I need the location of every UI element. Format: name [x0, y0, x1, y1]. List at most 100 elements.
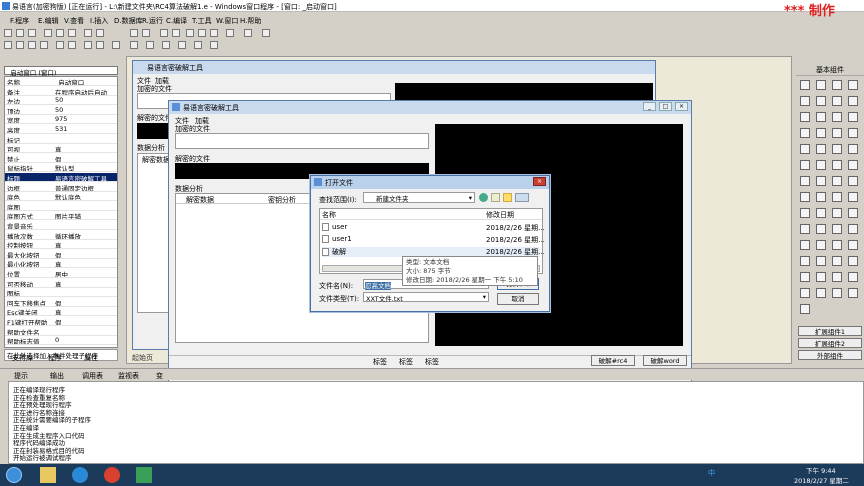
property-row[interactable]: 标题 易语言密破解工具 [5, 173, 117, 182]
center-v-icon[interactable] [96, 41, 104, 49]
paste-icon[interactable] [68, 29, 76, 37]
property-row[interactable]: 顶边 50 [5, 106, 117, 115]
property-value[interactable]: _启动窗口 [55, 77, 117, 85]
align-top-icon[interactable] [28, 41, 36, 49]
property-row[interactable]: 禁止 假 [5, 154, 117, 163]
grid-icon[interactable] [130, 41, 138, 49]
property-row[interactable]: 底图 [5, 202, 117, 211]
component-icon[interactable] [800, 80, 810, 90]
property-row[interactable]: 回车下移焦点 假 [5, 298, 117, 307]
property-row[interactable]: 宽度 975 [5, 115, 117, 125]
clock-date[interactable]: 2018/2/27 星期二 [794, 475, 849, 485]
property-value[interactable]: 真 [55, 307, 117, 315]
property-row[interactable]: 名称 _启动窗口 [5, 77, 117, 86]
component-icon[interactable] [848, 288, 858, 298]
layout-icon[interactable] [142, 29, 150, 37]
external-components-button[interactable]: 外部组件 [798, 350, 862, 360]
component-icon[interactable] [832, 128, 842, 138]
menu-view[interactable]: V.查看 [64, 16, 84, 26]
component-icon[interactable] [816, 288, 826, 298]
tab-properties[interactable]: 属性 [84, 353, 98, 363]
component-icon[interactable] [848, 272, 858, 282]
lock-icon[interactable] [146, 41, 154, 49]
property-value[interactable]: 真 [55, 279, 117, 287]
ime-indicator[interactable]: 中 [708, 468, 715, 478]
property-row[interactable]: 可视 真 [5, 144, 117, 154]
up-folder-icon[interactable] [491, 193, 500, 202]
component-icon[interactable] [800, 96, 810, 106]
component-icon[interactable] [832, 112, 842, 122]
stop-icon[interactable] [172, 29, 180, 37]
property-value[interactable]: 居中 [55, 269, 117, 277]
component-icon[interactable] [832, 80, 842, 90]
component-icon[interactable] [848, 176, 858, 186]
save-icon[interactable] [28, 29, 36, 37]
new-icon[interactable] [4, 29, 12, 37]
property-row[interactable]: 背景音乐 [5, 221, 117, 230]
ie-icon[interactable] [72, 467, 88, 483]
copy-icon[interactable] [56, 29, 64, 37]
menu-run[interactable]: R.运行 [142, 16, 163, 26]
cancel-button[interactable]: 取消 [497, 293, 539, 305]
property-row[interactable]: 位置 居中 [5, 269, 117, 278]
cut-icon[interactable] [44, 29, 52, 37]
component-icon[interactable] [832, 256, 842, 266]
component-icon[interactable] [800, 208, 810, 218]
property-row[interactable]: 备注 在程序启动后自动 [5, 87, 117, 96]
order-icon[interactable] [162, 41, 170, 49]
component-icon[interactable] [816, 160, 826, 170]
property-row[interactable]: 底图方式 图片平铺 [5, 211, 117, 221]
explorer-icon[interactable] [40, 467, 56, 483]
component-icon[interactable] [848, 208, 858, 218]
component-icon[interactable] [816, 176, 826, 186]
menu-window[interactable]: W.窗口 [216, 16, 238, 26]
component-icon[interactable] [832, 160, 842, 170]
open-icon[interactable] [16, 29, 24, 37]
property-row[interactable]: 鼠标指针 默认型 [5, 163, 117, 173]
property-value[interactable]: 0 [55, 336, 117, 344]
component-icon[interactable] [832, 272, 842, 282]
component-icon[interactable] [816, 256, 826, 266]
step-over-icon[interactable] [198, 29, 206, 37]
search-icon[interactable] [244, 29, 252, 37]
component-icon[interactable] [816, 208, 826, 218]
close-button[interactable]: × [675, 102, 688, 111]
window-icon[interactable] [130, 29, 138, 37]
component-icon[interactable] [832, 224, 842, 234]
property-value[interactable]: 真 [55, 144, 117, 152]
expand-components-2-button[interactable]: 扩展组件2 [798, 338, 862, 348]
property-value[interactable]: 50 [55, 106, 117, 114]
property-row[interactable]: 图标 [5, 288, 117, 298]
lookin-select[interactable]: 新建文件夹 ▾ [363, 192, 475, 203]
crack-word-button[interactable]: 破解word [643, 355, 687, 366]
spacing-icon[interactable] [112, 41, 120, 49]
property-value[interactable]: 在程序启动后自动 [55, 87, 117, 95]
property-row[interactable]: 帮助标志值 0 [5, 336, 117, 346]
tab-watch[interactable]: 监视表 [118, 371, 139, 381]
new-folder-icon[interactable] [503, 193, 512, 202]
tab-output[interactable]: 输出 [50, 371, 64, 381]
undo-icon[interactable] [84, 29, 92, 37]
property-row[interactable]: 可否移动 真 [5, 279, 117, 288]
component-icon[interactable] [848, 224, 858, 234]
crack-rc4-button[interactable]: 破解#rc4 [591, 355, 635, 366]
step-icon[interactable] [186, 29, 194, 37]
app-taskbar-icon[interactable] [136, 467, 152, 483]
property-row[interactable]: 底色 默认底色 [5, 192, 117, 202]
component-icon[interactable] [848, 192, 858, 202]
back-icon[interactable] [479, 193, 488, 202]
component-icon[interactable] [832, 144, 842, 154]
component-icon[interactable] [816, 272, 826, 282]
component-icon[interactable] [800, 192, 810, 202]
component-icon[interactable] [816, 128, 826, 138]
component-icon[interactable] [800, 256, 810, 266]
property-value[interactable]: 真 [55, 240, 117, 248]
tab-program[interactable]: 程序 [48, 353, 62, 363]
property-row[interactable]: 标记 [5, 135, 117, 144]
same-width-icon[interactable] [56, 41, 64, 49]
tab-support-lib[interactable]: 支持库 [12, 353, 33, 363]
minimize-button[interactable]: _ [643, 102, 656, 111]
component-icon[interactable] [816, 192, 826, 202]
tab-hints[interactable]: 提示 [14, 371, 28, 381]
run-icon[interactable] [160, 29, 168, 37]
